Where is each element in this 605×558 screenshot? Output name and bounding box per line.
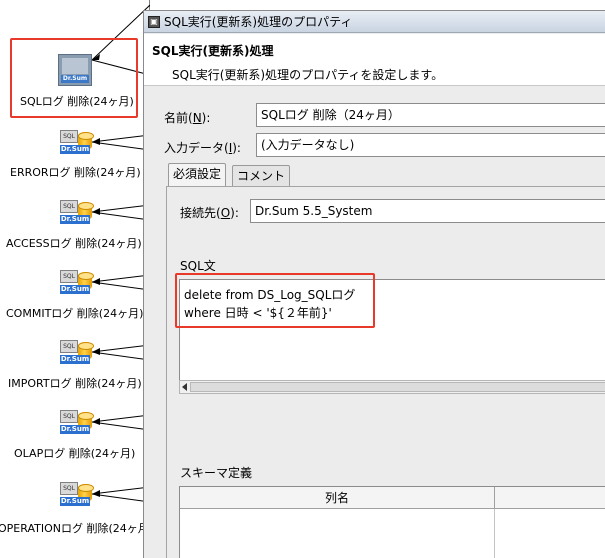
connection-field[interactable]: Dr.Sum 5.5_System [250,199,605,223]
sql-db-icon: SQL Dr.Sum [60,130,94,156]
flow-node-label: ERRORログ 削除(24ヶ月) [10,166,141,179]
schema-label: スキーマ定義 [180,466,253,480]
flow-node-label: ACCESSログ 削除(24ヶ月) [6,237,142,250]
scroll-left-arrow-icon[interactable] [182,383,187,391]
name-field[interactable]: SQLログ 削除（24ヶ月） [256,103,605,127]
dialog-title: SQL実行(更新系)処理のプロパティ [164,15,353,29]
flow-node-label: COMMITログ 削除(24ヶ月) [6,307,144,320]
schema-table-header: 列名 [180,487,605,509]
sql-db-icon: SQL Dr.Sum [60,200,94,226]
schema-table[interactable]: 列名 [179,486,605,558]
schema-table-body [180,509,495,558]
input-data-field[interactable]: (入力データなし) [256,133,605,157]
header-description: SQL実行(更新系)処理のプロパティを設定します。 [172,68,444,82]
flow-canvas: Dr.Sum SQLログ 削除(24ヶ月) SQL Dr.Sum ERRORログ … [0,0,150,558]
header-title: SQL実行(更新系)処理 [152,44,274,58]
window-app-icon: ▣ [148,15,160,28]
sql-db-icon: SQL Dr.Sum [60,270,94,296]
highlight-box-node [10,38,138,118]
column-name-header[interactable]: 列名 [180,487,495,509]
sql-label: SQL文 [180,259,216,273]
name-label: 名前(N): [164,111,211,125]
connection-label: 接続先(O): [180,206,239,220]
sql-db-icon: SQL Dr.Sum [60,340,94,366]
tab-required-settings[interactable]: 必須設定 [168,163,227,187]
highlight-box-sql [175,273,375,328]
flow-node-label: IMPORTログ 削除(24ヶ月) [8,377,142,390]
input-data-label: 入力データ(I): [164,141,241,155]
tab-comment[interactable]: コメント [232,165,291,187]
dialog-titlebar[interactable]: ▣ SQL実行(更新系)処理のプロパティ [144,11,605,33]
sql-db-icon: SQL Dr.Sum [60,482,94,508]
screen: Dr.Sum SQLログ 削除(24ヶ月) SQL Dr.Sum ERRORログ … [0,0,605,558]
sql-db-icon: SQL Dr.Sum [60,410,94,436]
sql-horizontal-scrollbar[interactable] [179,380,605,394]
flow-node-label: OPERATIONログ 削除(24ヶ月 [0,522,149,535]
flow-node-label: OLAPログ 削除(24ヶ月) [14,447,136,460]
dialog-header: SQL実行(更新系)処理 SQL実行(更新系)処理のプロパティを設定します。 [144,34,605,86]
scroll-thumb[interactable] [190,382,605,392]
